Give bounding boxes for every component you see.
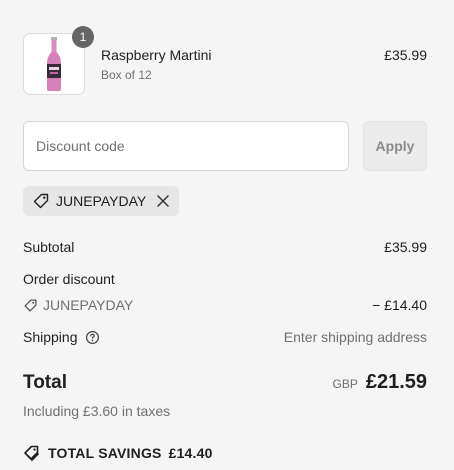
total-label: Total [23, 372, 67, 393]
subtotal-label: Subtotal [23, 239, 75, 255]
close-icon [157, 195, 169, 207]
total-amount: £21.59 [365, 371, 427, 393]
remove-discount-button[interactable] [156, 194, 170, 208]
discount-code-input[interactable] [23, 121, 349, 171]
shipping-value: Enter shipping address [283, 329, 427, 345]
taxes-note: Including £3.60 in taxes [23, 403, 171, 419]
pink-bottle-image [47, 37, 61, 91]
subtotal-value: £35.99 [384, 239, 427, 255]
product-name: Raspberry Martini [101, 47, 212, 63]
tag-icon [33, 193, 49, 209]
discount-amount: − £14.40 [372, 297, 427, 313]
product-variant: Box of 12 [101, 68, 152, 82]
applied-discount-chip: JUNEPAYDAY [23, 186, 180, 216]
quantity-badge: 1 [72, 26, 94, 48]
order-discount-label: Order discount [23, 271, 115, 287]
shipping-row: Shipping Enter shipping address [23, 329, 427, 345]
order-discount-row: Order discount [23, 271, 427, 287]
order-summary: 1 Raspberry Martini Box of 12 £35.99 App… [0, 0, 454, 470]
apply-discount-button[interactable]: Apply [363, 121, 427, 171]
total-savings: TOTAL SAVINGS £14.40 [23, 444, 213, 462]
shipping-label: Shipping [23, 329, 78, 345]
savings-value: £14.40 [168, 445, 213, 461]
savings-label: TOTAL SAVINGS [48, 445, 162, 461]
tag-icon [24, 298, 37, 312]
product-price: £35.99 [384, 47, 427, 63]
discount-code-row: JUNEPAYDAY − £14.40 [23, 297, 427, 313]
applied-discount-code: JUNEPAYDAY [56, 193, 147, 209]
total-amount-group: GBP £21.59 [332, 371, 427, 394]
currency-code: GBP [332, 377, 358, 391]
savings-tag-icon [24, 445, 40, 461]
subtotal-row: Subtotal £35.99 [23, 239, 427, 255]
help-icon[interactable] [85, 330, 100, 345]
summary-discount-code: JUNEPAYDAY [43, 297, 134, 313]
